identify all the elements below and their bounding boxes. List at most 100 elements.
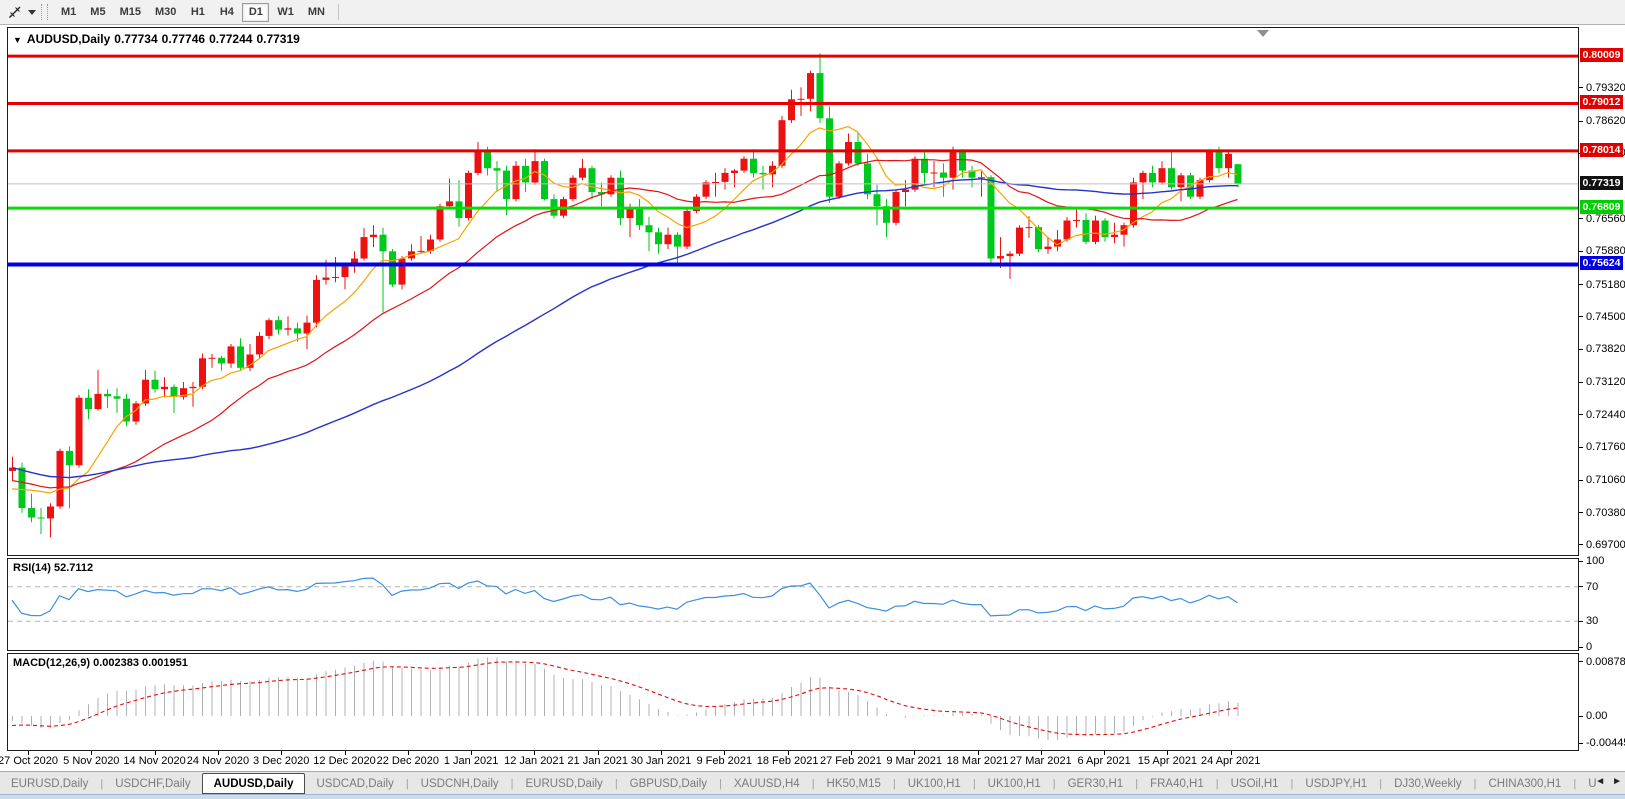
date-label: 21 Jan 2021 xyxy=(567,755,628,767)
date-label: 9 Feb 2021 xyxy=(696,755,752,767)
date-label: 18 Mar 2021 xyxy=(947,755,1009,767)
tab-uk100-h1[interactable]: UK100,H1 xyxy=(977,774,1052,793)
tab-uk100-h1[interactable]: UK100,H1 xyxy=(897,774,972,793)
tab-xauusd-h4[interactable]: XAUUSD,H4 xyxy=(723,774,811,793)
date-label: 3 Dec 2020 xyxy=(253,755,309,767)
tab-eurusd-daily[interactable]: EURUSD,Daily xyxy=(0,774,99,793)
rsi-axis-tick xyxy=(1579,647,1583,648)
timeframe-button-h4[interactable]: H4 xyxy=(213,3,240,22)
tab-fra40-h1[interactable]: FRA40,H1 xyxy=(1139,774,1215,793)
date-label: 15 Apr 2021 xyxy=(1138,755,1197,767)
price-line-badge: 0.77319 xyxy=(1580,176,1623,190)
tab-scroll-left-icon[interactable]: ◄ xyxy=(1595,776,1605,787)
timeframe-button-m5[interactable]: M5 xyxy=(84,3,111,22)
tab-separator: | xyxy=(511,778,514,790)
rsi-axis-label: 0 xyxy=(1586,641,1592,653)
main-chart-svg[interactable] xyxy=(8,28,1578,555)
tab-separator: | xyxy=(719,778,722,790)
date-label: 9 Mar 2021 xyxy=(886,755,942,767)
date-label: 30 Jan 2021 xyxy=(631,755,692,767)
tab-scroll-right-icon[interactable]: ► xyxy=(1612,776,1622,787)
macd-histogram-layer xyxy=(13,657,1239,740)
tab-usdcnh-daily[interactable]: USDCNH,Daily xyxy=(410,774,510,793)
rsi-panel[interactable] xyxy=(7,558,1579,651)
date-label: 5 Nov 2020 xyxy=(63,755,119,767)
rsi-axis-tick xyxy=(1579,621,1583,622)
tab-separator: | xyxy=(973,778,976,790)
rsi-axis-tick xyxy=(1579,586,1583,587)
date-label: 22 Dec 2020 xyxy=(377,755,439,767)
price-tick xyxy=(1579,544,1583,545)
tab-separator: | xyxy=(1135,778,1138,790)
price-axis: 0.793200.786200.779400.765600.758800.751… xyxy=(1579,25,1625,752)
timeframe-button-d1[interactable]: D1 xyxy=(242,3,269,22)
price-tick xyxy=(1579,251,1583,252)
ohlc-open: 0.77734 xyxy=(114,32,157,46)
rsi-axis-tick xyxy=(1579,561,1583,562)
price-line-badge: 0.80009 xyxy=(1580,48,1623,62)
price-tick-label: 0.72440 xyxy=(1586,409,1625,421)
price-tick xyxy=(1579,382,1583,383)
date-label: 24 Nov 2020 xyxy=(187,755,249,767)
price-tick xyxy=(1579,512,1583,513)
tab-separator: | xyxy=(1474,778,1477,790)
price-line-badge: 0.79012 xyxy=(1580,95,1623,109)
tab-usdchf-daily[interactable]: USDCHF,Daily xyxy=(104,774,201,793)
tab-ger30-h1[interactable]: GER30,H1 xyxy=(1057,774,1135,793)
price-tick-label: 0.79320 xyxy=(1586,82,1625,94)
tab-audusd-daily[interactable]: AUDUSD,Daily xyxy=(202,773,306,794)
price-line-badge: 0.76809 xyxy=(1580,200,1623,214)
tab-china300-h1[interactable]: CHINA300,H1 xyxy=(1477,774,1572,793)
tab-separator: | xyxy=(812,778,815,790)
chart-shift-marker-icon[interactable] xyxy=(1257,30,1269,37)
timeframe-button-mn[interactable]: MN xyxy=(302,3,331,22)
price-tick-label: 0.75180 xyxy=(1586,279,1625,291)
tab-gbpusd-daily[interactable]: GBPUSD,Daily xyxy=(619,774,718,793)
rsi-axis-label: 100 xyxy=(1586,555,1604,567)
toolbar-grip xyxy=(41,4,48,20)
tab-usdcad-daily[interactable]: USDCAD,Daily xyxy=(305,774,404,793)
timeframe-button-m15[interactable]: M15 xyxy=(114,3,147,22)
collapse-arrow-icon[interactable]: ▼ xyxy=(13,35,22,45)
macd-signal-line xyxy=(12,662,1238,735)
price-tick-label: 0.76560 xyxy=(1586,213,1625,225)
price-tick-label: 0.74500 xyxy=(1586,311,1625,323)
tool-dropdown-caret[interactable] xyxy=(27,2,37,22)
tab-usoil-h1[interactable]: USOil,H1 xyxy=(1220,774,1290,793)
date-label: 27 Feb 2021 xyxy=(820,755,882,767)
tab-separator: | xyxy=(1291,778,1294,790)
date-label: 27 Oct 2020 xyxy=(0,755,58,767)
tab-dj30-weekly[interactable]: DJ30,Weekly xyxy=(1383,774,1473,793)
macd-axis-label: -0.004451 xyxy=(1586,737,1625,749)
candles-layer xyxy=(9,53,1242,537)
timeframe-button-m1[interactable]: M1 xyxy=(55,3,82,22)
date-label: 14 Nov 2020 xyxy=(123,755,185,767)
tab-scroll-arrows: ◄► xyxy=(1595,776,1622,787)
macd-panel[interactable] xyxy=(7,653,1579,751)
crosshair-tool-button[interactable] xyxy=(3,2,27,22)
tab-separator: | xyxy=(615,778,618,790)
crosshair-tool-icon xyxy=(7,4,23,20)
date-label: 18 Feb 2021 xyxy=(757,755,819,767)
timeframe-button-m30[interactable]: M30 xyxy=(149,3,182,22)
timeframe-button-h1[interactable]: H1 xyxy=(184,3,211,22)
ohlc-high: 0.77746 xyxy=(162,32,205,46)
tab-hk50-m15[interactable]: HK50,M15 xyxy=(816,774,892,793)
date-label: 12 Dec 2020 xyxy=(313,755,375,767)
tab-usdjpy-h1[interactable]: USDJPY,H1 xyxy=(1294,774,1378,793)
macd-chart-svg[interactable] xyxy=(8,654,1578,750)
price-tick xyxy=(1579,284,1583,285)
timeframe-button-w1[interactable]: W1 xyxy=(271,3,300,22)
date-label: 24 Apr 2021 xyxy=(1201,755,1260,767)
ohlc-low: 0.77244 xyxy=(209,32,252,46)
hlines-layer xyxy=(8,56,1578,264)
price-tick xyxy=(1579,121,1583,122)
tab-separator: | xyxy=(1379,778,1382,790)
macd-axis-tick xyxy=(1579,661,1583,662)
price-chart-panel[interactable] xyxy=(7,27,1579,556)
tab-eurusd-daily[interactable]: EURUSD,Daily xyxy=(514,774,613,793)
time-axis: 27 Oct 2020 5 Nov 2020 14 Nov 202024 Nov 2… xyxy=(0,751,1625,771)
price-tick-label: 0.73820 xyxy=(1586,343,1625,355)
rsi-chart-svg[interactable] xyxy=(8,559,1578,650)
date-label: 1 Jan 2021 xyxy=(444,755,498,767)
